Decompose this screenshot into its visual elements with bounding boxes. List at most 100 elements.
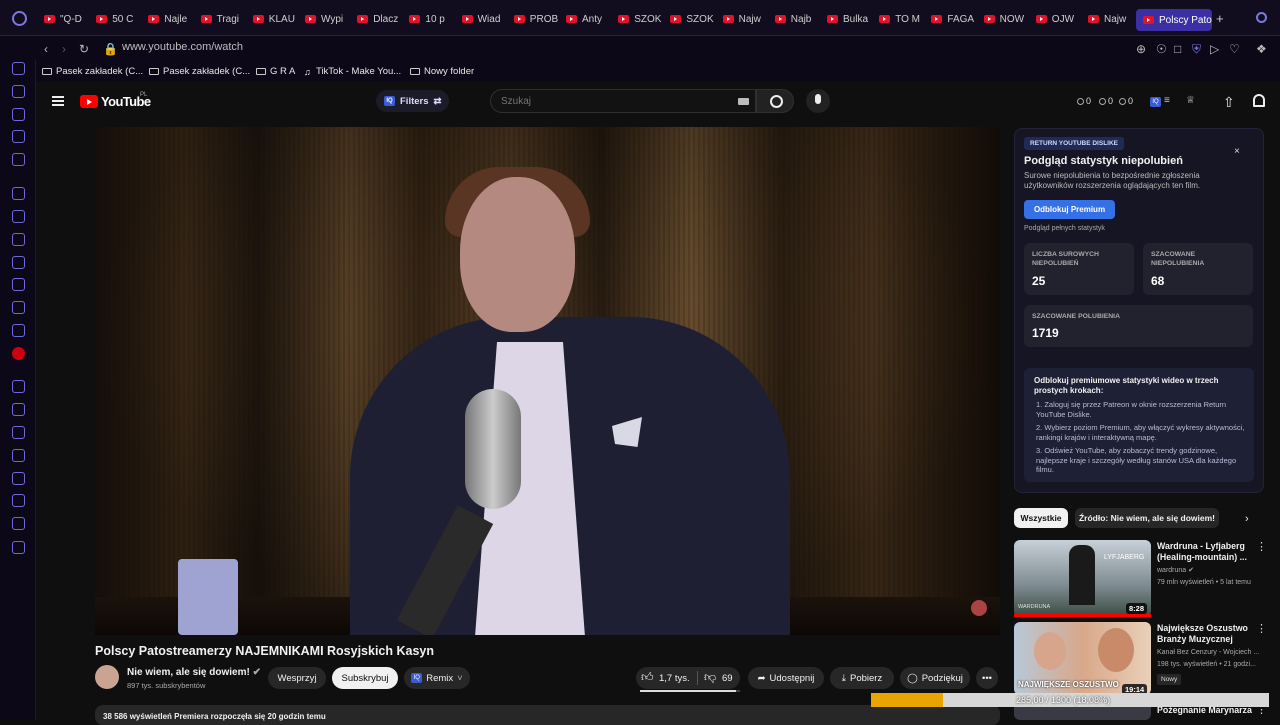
thanks-button[interactable]: ◯ Podziękuj <box>900 667 970 689</box>
sidebar-twitch-icon[interactable] <box>12 210 25 223</box>
like-button[interactable]: 👍︎ <box>641 670 654 685</box>
screenshot-icon[interactable]: □ <box>1174 42 1181 56</box>
sidebar-messenger-icon[interactable] <box>12 153 25 166</box>
tab-search-icon[interactable] <box>1256 12 1267 23</box>
share-button[interactable]: ➦ Udostępnij <box>748 667 824 689</box>
extensions-icon[interactable]: ❖ <box>1256 42 1267 56</box>
browser-tab[interactable]: Anty <box>566 9 612 29</box>
pin-icon[interactable]: ☉ <box>1156 42 1167 56</box>
sidebar-spotify-icon[interactable] <box>12 380 25 393</box>
channel-name[interactable]: Nie wiem, ale się dowiem! ✔ <box>127 667 261 678</box>
sidebar-puzzle-icon[interactable] <box>12 517 25 530</box>
browser-tab[interactable]: 10 p <box>409 9 455 29</box>
browser-tab[interactable]: PROB <box>513 9 560 29</box>
sidebar-clock-icon[interactable] <box>12 472 25 485</box>
video-player[interactable] <box>95 127 1000 635</box>
bookmark-folder[interactable]: Pasek zakładek (C... <box>149 66 250 77</box>
thumbnail[interactable]: LYFJABERG WARDRUNA 8:28 <box>1014 540 1151 617</box>
tab-active[interactable]: Polscy Pato <box>1136 9 1212 31</box>
new-tab-button[interactable]: + <box>1216 11 1224 26</box>
sidebar-chat-icon[interactable] <box>12 233 25 246</box>
sidebar-discord-icon[interactable] <box>12 324 25 337</box>
chip-all[interactable]: Wszystkie <box>1014 508 1068 528</box>
browser-tab[interactable]: 50 C <box>96 9 142 29</box>
browser-tab[interactable]: Najb <box>774 9 821 29</box>
trophy-icon[interactable]: ♕ <box>1186 95 1195 106</box>
extension-icon[interactable]: IQ <box>1150 97 1161 107</box>
browser-tab[interactable]: FAGA <box>931 9 977 29</box>
subscribe-button[interactable]: Subskrybuj <box>332 667 398 689</box>
heart-icon[interactable]: ♡ <box>1229 42 1240 56</box>
chevron-right-icon[interactable]: › <box>1245 513 1249 525</box>
sidebar-instagram-icon[interactable] <box>12 278 25 291</box>
dislike-button[interactable]: 👎︎ <box>704 670 716 685</box>
bookmark-folder[interactable]: Nowy folder <box>410 66 474 77</box>
shield-icon[interactable]: ⛨ <box>1192 42 1201 57</box>
sidebar-list-icon[interactable] <box>12 449 25 462</box>
zoom-icon[interactable]: ⊕ <box>1136 42 1146 56</box>
browser-tab[interactable]: OJW <box>1035 9 1082 29</box>
list-icon[interactable]: ≡ <box>1164 95 1170 106</box>
play-icon[interactable]: ▷ <box>1210 42 1219 56</box>
back-icon[interactable]: ‹ <box>44 42 48 56</box>
close-icon[interactable]: × <box>1234 146 1240 157</box>
browser-tab[interactable]: Dlacz <box>357 9 403 29</box>
rec-title[interactable]: Wardruna - Lyfjaberg (Healing-mountain) … <box>1157 541 1253 563</box>
browser-tab[interactable]: Tragi <box>200 9 247 29</box>
hamburger-menu-icon[interactable] <box>52 96 64 106</box>
sidebar-settings-icon[interactable] <box>12 541 25 554</box>
bookmark-folder[interactable]: Pasek zakładek (C... <box>42 66 143 77</box>
browser-tab[interactable]: KLAU <box>252 9 299 29</box>
sidebar-mail-icon[interactable] <box>12 62 25 75</box>
reload-icon[interactable]: ↻ <box>79 42 89 56</box>
bookmark-folder[interactable]: G R A <box>256 66 295 77</box>
browser-tab[interactable]: Najw <box>722 9 769 29</box>
search-button[interactable] <box>756 89 794 113</box>
sidebar-play-icon[interactable] <box>12 403 25 416</box>
sidebar-history-icon[interactable] <box>12 85 25 98</box>
sidebar-tasks-icon[interactable] <box>12 130 25 143</box>
browser-tab[interactable]: Wiad <box>461 9 508 29</box>
browser-tab[interactable]: SZOK <box>618 9 664 29</box>
rec-channel[interactable]: Kanał Bez Cenzury - Wojciech ... <box>1157 648 1259 658</box>
address-bar[interactable]: www.youtube.com/watch <box>122 41 243 53</box>
bookmark-link[interactable]: ♫ TikTok - Make You... <box>304 66 401 77</box>
sidebar-heart-icon[interactable] <box>12 426 25 439</box>
sidebar-download-icon[interactable] <box>12 494 25 507</box>
notifications-bell-icon[interactable] <box>1253 94 1265 107</box>
sidebar-inbox-icon[interactable] <box>12 108 25 121</box>
browser-tab[interactable]: Bulka <box>827 9 873 29</box>
search-input[interactable] <box>490 89 756 113</box>
browser-tab[interactable]: Wypi <box>305 9 351 29</box>
more-actions-button[interactable]: ••• <box>976 667 998 689</box>
chip-source[interactable]: Źródło: Nie wiem, ale się dowiem! <box>1075 508 1219 528</box>
forward-icon[interactable]: › <box>62 42 66 56</box>
keyboard-icon[interactable] <box>738 98 749 105</box>
more-vert-icon[interactable]: ⋮ <box>1256 540 1267 553</box>
unlock-premium-button[interactable]: Odblokuj Premium <box>1024 200 1115 219</box>
remix-button[interactable]: IQ Remix ˅ <box>404 667 470 689</box>
browser-tab[interactable]: Najle <box>148 9 194 29</box>
upload-icon[interactable]: ⇧ <box>1223 94 1235 111</box>
sidebar-telegram-icon[interactable] <box>12 256 25 269</box>
channel-watermark-icon[interactable] <box>971 600 987 616</box>
filters-button[interactable]: IQ Filters ⇄ <box>376 90 450 112</box>
avatar[interactable] <box>95 665 119 689</box>
support-button[interactable]: Wesprzyj <box>268 667 326 689</box>
sidebar-youtube-icon[interactable] <box>12 347 25 360</box>
full-stats-link[interactable]: Podgląd pełnych statystyk <box>1024 225 1105 232</box>
browser-logo-icon[interactable] <box>12 11 27 26</box>
rec-channel[interactable]: wardruna ✔ <box>1157 566 1194 576</box>
voice-search-button[interactable] <box>806 89 830 113</box>
thumbnail[interactable]: NAJWIĘKSZE OSZUSTWO 19:14 <box>1014 622 1151 695</box>
rec-title[interactable]: Największe Oszustwo Branży Muzycznej <box>1157 623 1253 645</box>
description-box[interactable]: 38 586 wyświetleń Premiera rozpoczęła si… <box>95 705 1000 725</box>
browser-tab[interactable]: SZOK <box>670 9 716 29</box>
browser-tab[interactable]: Najw <box>1088 9 1134 29</box>
more-vert-icon[interactable]: ⋮ <box>1256 622 1267 635</box>
browser-tab[interactable]: TO M <box>879 9 925 29</box>
download-button[interactable]: ⤓ Pobierz <box>830 667 894 689</box>
sidebar-arc-icon[interactable] <box>12 187 25 200</box>
sidebar-x-icon[interactable] <box>12 301 25 314</box>
browser-tab[interactable]: "Q-D <box>44 9 90 29</box>
